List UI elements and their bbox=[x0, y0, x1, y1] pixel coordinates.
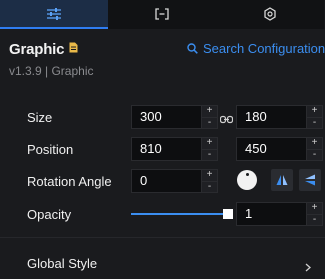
version-info: v1.3.9 | Graphic bbox=[9, 64, 94, 78]
opacity-input[interactable]: 1 + - bbox=[236, 202, 323, 226]
search-configuration-label: Search Configuration bbox=[203, 41, 325, 56]
flip-vertical-button[interactable] bbox=[299, 169, 321, 191]
tab-interaction[interactable] bbox=[216, 0, 324, 29]
tab-style[interactable] bbox=[0, 0, 108, 29]
y-value[interactable]: 450 bbox=[236, 137, 306, 161]
tab-bar bbox=[0, 0, 325, 29]
position-label: Position bbox=[27, 142, 74, 157]
x-input[interactable]: 810 + - bbox=[131, 137, 218, 161]
x-value[interactable]: 810 bbox=[131, 137, 201, 161]
decrement-button[interactable]: - bbox=[307, 116, 322, 129]
increment-button[interactable]: + bbox=[307, 138, 322, 149]
increment-button[interactable]: + bbox=[307, 203, 322, 214]
rotation-row: Rotation Angle 0 + - bbox=[0, 169, 325, 195]
rotation-label: Rotation Angle bbox=[27, 174, 112, 189]
size-row: Size 300 + - 180 + - bbox=[0, 105, 325, 131]
component-header: Graphic Search Configuration v1.3.9 | Gr… bbox=[9, 38, 325, 79]
decrement-button[interactable]: - bbox=[202, 148, 217, 161]
y-stepper: + - bbox=[306, 137, 323, 161]
bracket-box-icon bbox=[155, 7, 169, 20]
tab-data[interactable] bbox=[108, 0, 216, 29]
height-stepper: + - bbox=[306, 105, 323, 129]
opacity-row: Opacity 1 + - bbox=[0, 202, 325, 228]
opacity-label: Opacity bbox=[27, 207, 72, 222]
size-label: Size bbox=[27, 110, 53, 125]
flip-vertical-icon bbox=[305, 174, 315, 186]
rotation-input[interactable]: 0 + - bbox=[131, 169, 218, 193]
height-input[interactable]: 180 + - bbox=[236, 105, 323, 129]
rotation-stepper: + - bbox=[201, 169, 218, 193]
document-icon[interactable] bbox=[69, 40, 78, 58]
flip-horizontal-icon bbox=[276, 175, 288, 185]
sliders-icon bbox=[47, 7, 61, 20]
x-stepper: + - bbox=[201, 137, 218, 161]
lock-ratio-icon[interactable] bbox=[219, 111, 234, 129]
global-style-label: Global Style bbox=[27, 256, 98, 271]
chevron-right-icon bbox=[305, 259, 311, 277]
opacity-slider-track[interactable] bbox=[131, 213, 228, 215]
rotation-value[interactable]: 0 bbox=[131, 169, 201, 193]
opacity-stepper: + - bbox=[306, 202, 323, 226]
width-input[interactable]: 300 + - bbox=[131, 105, 218, 129]
refresh-dot-icon bbox=[264, 6, 276, 21]
opacity-slider-thumb[interactable] bbox=[223, 209, 233, 219]
flip-horizontal-button[interactable] bbox=[271, 169, 293, 191]
global-style-section[interactable]: Global Style bbox=[0, 254, 325, 274]
search-configuration-link[interactable]: Search Configuration bbox=[187, 41, 325, 56]
opacity-value[interactable]: 1 bbox=[236, 202, 306, 226]
height-value[interactable]: 180 bbox=[236, 105, 306, 129]
decrement-button[interactable]: - bbox=[307, 213, 322, 226]
width-value[interactable]: 300 bbox=[131, 105, 201, 129]
decrement-button[interactable]: - bbox=[202, 116, 217, 129]
position-row: Position 810 + - 450 + - bbox=[0, 137, 325, 163]
page-title: Graphic bbox=[9, 40, 65, 58]
rotation-dial[interactable] bbox=[237, 170, 257, 190]
increment-button[interactable]: + bbox=[202, 170, 217, 181]
increment-button[interactable]: + bbox=[307, 106, 322, 117]
search-icon bbox=[187, 43, 198, 54]
section-divider bbox=[0, 237, 325, 238]
increment-button[interactable]: + bbox=[202, 106, 217, 117]
width-stepper: + - bbox=[201, 105, 218, 129]
increment-button[interactable]: + bbox=[202, 138, 217, 149]
decrement-button[interactable]: - bbox=[202, 180, 217, 193]
decrement-button[interactable]: - bbox=[307, 148, 322, 161]
y-input[interactable]: 450 + - bbox=[236, 137, 323, 161]
